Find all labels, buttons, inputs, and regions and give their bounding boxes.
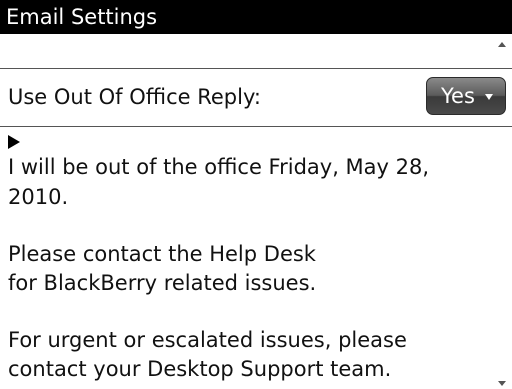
message-line: Please contact the Help Desk (8, 242, 316, 266)
message-line: for BlackBerry related issues. (8, 271, 317, 295)
out-of-office-row: Use Out Of Office Reply: Yes (0, 69, 512, 125)
auto-reply-message-field[interactable]: I will be out of the office Friday, May … (0, 126, 512, 389)
scroll-down-icon (498, 381, 506, 386)
message-line: contact your Desktop Support team. (8, 357, 392, 381)
title-bar: Email Settings (0, 0, 512, 34)
out-of-office-label: Use Out Of Office Reply: (8, 85, 261, 109)
message-line: 2010. (8, 185, 69, 209)
email-field[interactable] (0, 34, 512, 68)
out-of-office-value: Yes (441, 84, 475, 108)
cursor-marker-icon (8, 135, 20, 149)
page-title: Email Settings (6, 5, 158, 29)
email-settings-screen: Email Settings Use Out Of Office Reply: … (0, 0, 512, 389)
out-of-office-select[interactable]: Yes (426, 77, 506, 115)
chevron-down-icon (485, 94, 493, 100)
message-line: I will be out of the office Friday, May … (8, 155, 430, 179)
scroll-up-icon (498, 42, 506, 47)
message-line: For urgent or escalated issues, please (8, 328, 407, 352)
